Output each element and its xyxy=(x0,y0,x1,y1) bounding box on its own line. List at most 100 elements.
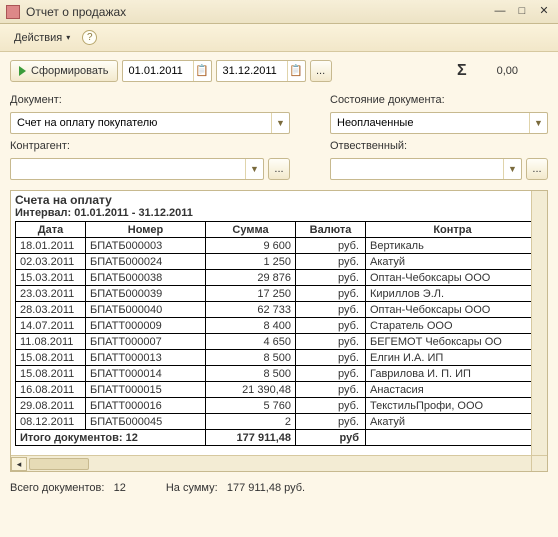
chevron-down-icon[interactable]: ▼ xyxy=(529,113,547,133)
responsible-label: Отвественный: xyxy=(330,138,548,154)
cell-currency: руб. xyxy=(296,366,366,382)
scroll-thumb[interactable] xyxy=(29,458,89,470)
cell-currency: руб. xyxy=(296,254,366,270)
cell-sum: 8 500 xyxy=(206,366,296,382)
cell-sum: 5 760 xyxy=(206,398,296,414)
scroll-corner xyxy=(531,455,547,471)
cell-number: БПАТТ000007 xyxy=(86,334,206,350)
app-icon xyxy=(6,5,20,19)
cell-number: БПАТБ000040 xyxy=(86,302,206,318)
maximize-button[interactable]: □ xyxy=(514,5,530,19)
contractor-select[interactable]: ▼ xyxy=(10,158,264,180)
status-sum-value: 177 911,48 руб. xyxy=(227,482,305,494)
table-row[interactable]: 29.08.2011БПАТТ0000165 760руб.ТекстильПр… xyxy=(16,398,540,414)
cell-currency: руб. xyxy=(296,318,366,334)
sum-display: 0,00 xyxy=(497,65,518,77)
cell-number: БПАТТ000016 xyxy=(86,398,206,414)
col-contractor: Контра xyxy=(366,222,540,238)
report-area: Счета на оплату Интервал: 01.01.2011 - 3… xyxy=(10,190,548,472)
table-row[interactable]: 15.08.2011БПАТТ0000148 500руб.Гаврилова … xyxy=(16,366,540,382)
state-select[interactable]: ▼ xyxy=(330,112,548,134)
state-label: Состояние документа: xyxy=(330,92,548,108)
form-button[interactable]: Сформировать xyxy=(10,60,118,82)
col-sum: Сумма xyxy=(206,222,296,238)
cell-sum: 29 876 xyxy=(206,270,296,286)
cell-sum: 1 250 xyxy=(206,254,296,270)
cell-number: БПАТТ000015 xyxy=(86,382,206,398)
table-row[interactable]: 23.03.2011БПАТБ00003917 250руб.Кириллов … xyxy=(16,286,540,302)
cell-number: БПАТБ000038 xyxy=(86,270,206,286)
sigma-icon: Σ xyxy=(457,62,467,80)
total-sum: 177 911,48 xyxy=(206,430,296,446)
cell-currency: руб. xyxy=(296,238,366,254)
cell-sum: 8 500 xyxy=(206,350,296,366)
document-select[interactable]: ▼ xyxy=(10,112,290,134)
actions-toolbar: Действия ▾ ? xyxy=(0,24,558,52)
total-label: Итого документов: 12 xyxy=(16,430,206,446)
calendar-icon[interactable]: 📋 xyxy=(193,61,211,81)
cell-contractor: Вертикаль xyxy=(366,238,540,254)
calendar-icon[interactable]: 📋 xyxy=(287,61,305,81)
cell-contractor: Гаврилова И. П. ИП xyxy=(366,366,540,382)
contractor-picker-button[interactable]: ... xyxy=(268,158,290,180)
titlebar: Отчет о продажах — □ ✕ xyxy=(0,0,558,24)
table-row[interactable]: 18.01.2011БПАТБ0000039 600руб.Вертикаль xyxy=(16,238,540,254)
date-from-input[interactable] xyxy=(123,61,193,81)
cell-date: 18.01.2011 xyxy=(16,238,86,254)
contractor-input[interactable] xyxy=(11,159,245,179)
table-row[interactable]: 16.08.2011БПАТТ00001521 390,48руб.Анаста… xyxy=(16,382,540,398)
close-button[interactable]: ✕ xyxy=(536,5,552,19)
minimize-button[interactable]: — xyxy=(492,5,508,19)
table-row[interactable]: 08.12.2011БПАТБ0000452руб.Акатуй xyxy=(16,414,540,430)
responsible-select[interactable]: ▼ xyxy=(330,158,522,180)
table-row[interactable]: 11.08.2011БПАТТ0000074 650руб.БЕГЕМОТ Че… xyxy=(16,334,540,350)
cell-currency: руб. xyxy=(296,270,366,286)
table-row[interactable]: 14.07.2011БПАТТ0000098 400руб.Старатель … xyxy=(16,318,540,334)
period-picker-button[interactable]: ... xyxy=(310,60,332,82)
cell-date: 11.08.2011 xyxy=(16,334,86,350)
table-row[interactable]: 15.08.2011БПАТТ0000138 500руб.Елгин И.А.… xyxy=(16,350,540,366)
window-title: Отчет о продажах xyxy=(26,5,492,19)
col-number: Номер xyxy=(86,222,206,238)
help-button[interactable]: ? xyxy=(82,30,97,45)
status-docs-label: Всего документов: xyxy=(10,482,104,494)
chevron-down-icon[interactable]: ▼ xyxy=(271,113,289,133)
scroll-left-icon[interactable]: ◂ xyxy=(11,457,27,471)
cell-sum: 62 733 xyxy=(206,302,296,318)
document-input[interactable] xyxy=(11,113,271,133)
responsible-picker-button[interactable]: ... xyxy=(526,158,548,180)
cell-date: 14.07.2011 xyxy=(16,318,86,334)
cell-date: 08.12.2011 xyxy=(16,414,86,430)
date-to-field[interactable]: 📋 xyxy=(216,60,306,82)
cell-date: 28.03.2011 xyxy=(16,302,86,318)
table-row[interactable]: 02.03.2011БПАТБ0000241 250руб.Акатуй xyxy=(16,254,540,270)
cell-contractor: Оптан-Чебоксары ООО xyxy=(366,270,540,286)
cell-date: 15.03.2011 xyxy=(16,270,86,286)
cell-contractor: БЕГЕМОТ Чебоксары ОО xyxy=(366,334,540,350)
state-input[interactable] xyxy=(331,113,529,133)
date-from-field[interactable]: 📋 xyxy=(122,60,212,82)
report-table: Дата Номер Сумма Валюта Контра 18.01.201… xyxy=(15,221,540,446)
vertical-scrollbar[interactable] xyxy=(531,191,547,455)
status-sum-label: На сумму: xyxy=(166,482,218,494)
date-to-input[interactable] xyxy=(217,61,287,81)
cell-number: БПАТТ000009 xyxy=(86,318,206,334)
actions-menu[interactable]: Действия ▾ xyxy=(8,31,76,45)
form-label: Сформировать xyxy=(31,65,109,77)
responsible-input[interactable] xyxy=(331,159,503,179)
horizontal-scrollbar[interactable]: ◂ xyxy=(11,455,531,471)
cell-sum: 17 250 xyxy=(206,286,296,302)
cell-currency: руб. xyxy=(296,302,366,318)
chevron-down-icon[interactable]: ▼ xyxy=(503,159,521,179)
cell-currency: руб. xyxy=(296,398,366,414)
cell-currency: руб. xyxy=(296,350,366,366)
cell-contractor: Акатуй xyxy=(366,254,540,270)
chevron-down-icon[interactable]: ▼ xyxy=(245,159,263,179)
table-row[interactable]: 28.03.2011БПАТБ00004062 733руб.Оптан-Чеб… xyxy=(16,302,540,318)
cell-date: 29.08.2011 xyxy=(16,398,86,414)
cell-currency: руб. xyxy=(296,414,366,430)
play-icon xyxy=(19,66,26,76)
cell-date: 16.08.2011 xyxy=(16,382,86,398)
table-row[interactable]: 15.03.2011БПАТБ00003829 876руб.Оптан-Чеб… xyxy=(16,270,540,286)
cell-number: БПАТБ000045 xyxy=(86,414,206,430)
